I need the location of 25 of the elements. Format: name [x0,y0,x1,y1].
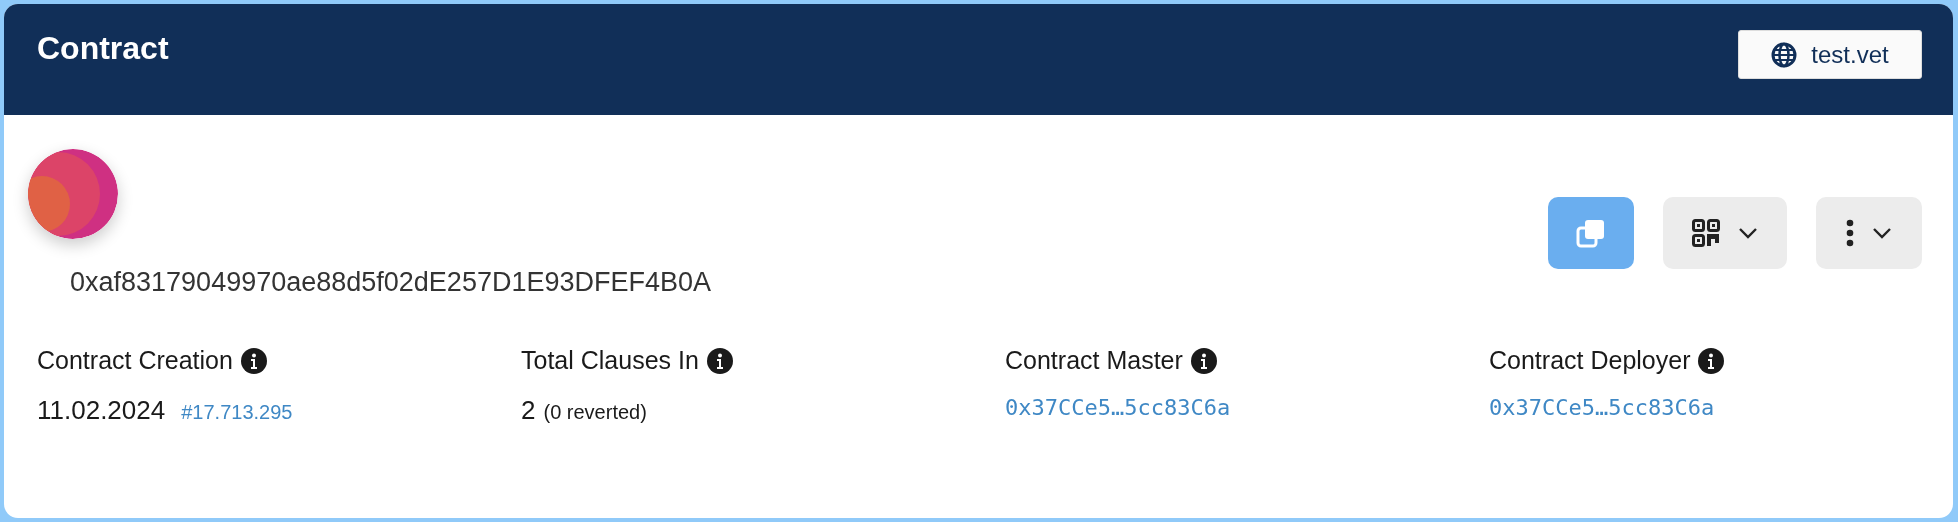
address-link[interactable]: 0x37CCe5…5cc83C6a [1489,395,1715,420]
avatar-icon [28,149,118,239]
stat-value: 2 [521,395,536,426]
info-icon[interactable] [1698,347,1725,374]
stat-label: Contract Creation [37,346,233,375]
info-icon[interactable] [240,347,267,374]
chevron-down-icon [1738,227,1758,239]
globe-icon [1771,41,1798,68]
network-button[interactable]: test.vet [1738,30,1922,79]
stat-note: (0 reverted) [543,401,647,424]
stat-label: Contract Master [1005,346,1183,375]
block-link[interactable]: #17.713.295 [181,401,293,424]
qr-code-icon [1692,219,1720,247]
info-icon[interactable] [1190,347,1217,374]
contract-address: 0xaf83179049970ae88d5f02dE257D1E93DFEF4B0A [70,267,711,298]
info-icon[interactable] [706,347,733,374]
stat-label: Contract Deployer [1489,346,1691,375]
copy-icon [1575,217,1607,249]
stat-value: 11.02.2024 [37,395,166,426]
address-link[interactable]: 0x37CCe5…5cc83C6a [1005,395,1231,420]
more-vertical-icon [1846,219,1854,247]
page-title: Contract [37,30,169,67]
stat-label: Total Clauses In [521,346,699,375]
qr-code-button[interactable] [1663,197,1787,269]
chevron-down-icon [1872,227,1892,239]
